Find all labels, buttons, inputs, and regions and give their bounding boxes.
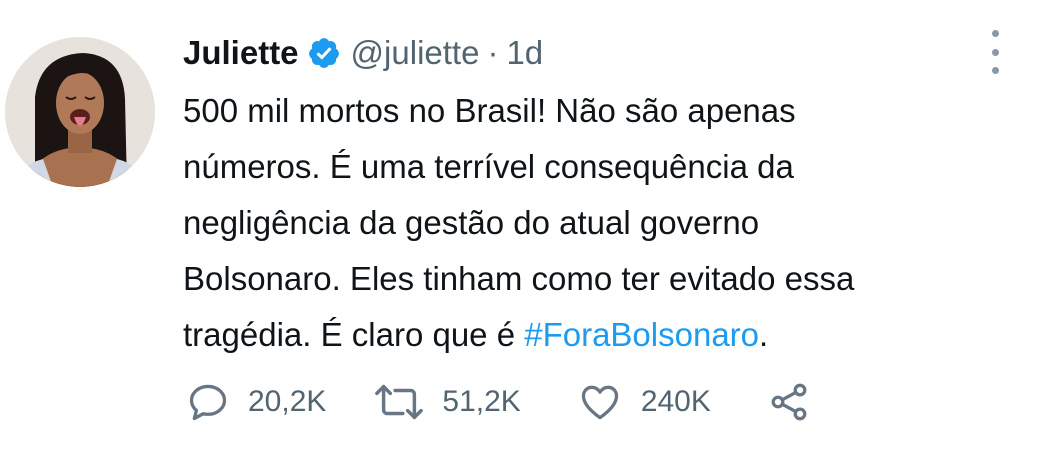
reply-button[interactable]: 20,2K	[186, 380, 326, 424]
share-icon	[771, 383, 807, 421]
avatar[interactable]	[5, 37, 155, 187]
verified-badge-icon	[307, 36, 341, 70]
like-icon	[581, 385, 618, 420]
retweet-icon	[375, 384, 424, 420]
author-name[interactable]: Juliette	[183, 34, 299, 72]
retweet-count: 51,2K	[442, 385, 521, 418]
like-button[interactable]: 240K	[577, 380, 711, 424]
tweet-text-end: .	[759, 316, 769, 353]
reply-icon	[189, 384, 227, 421]
hashtag-link[interactable]: #ForaBolsonaro	[524, 316, 759, 353]
like-count: 240K	[640, 385, 711, 418]
tweet-text: 500 mil mortos no Brasil! Não são apenas…	[183, 83, 1033, 363]
menu-dot	[991, 48, 999, 56]
tweet-header: Juliette @juliette · 1d	[183, 31, 543, 75]
profile-photo	[5, 37, 155, 187]
tweet[interactable]: Juliette @juliette · 1d 500 mil mortos n…	[0, 0, 1052, 453]
tweet-text-body: 500 mil mortos no Brasil! Não são apenas…	[183, 92, 855, 353]
tweet-actions: 20,2K 51,2K 240K	[186, 377, 811, 427]
meta-separator: ·	[487, 34, 499, 71]
reply-count: 20,2K	[248, 385, 327, 418]
retweet-button[interactable]: 51,2K	[374, 380, 521, 424]
author-handle[interactable]: @juliette	[351, 34, 480, 72]
menu-dot	[991, 67, 999, 74]
tweet-timestamp[interactable]: 1d	[506, 34, 543, 72]
menu-dot	[991, 30, 999, 37]
share-button[interactable]	[767, 380, 811, 424]
more-options-icon[interactable]	[982, 30, 1008, 74]
